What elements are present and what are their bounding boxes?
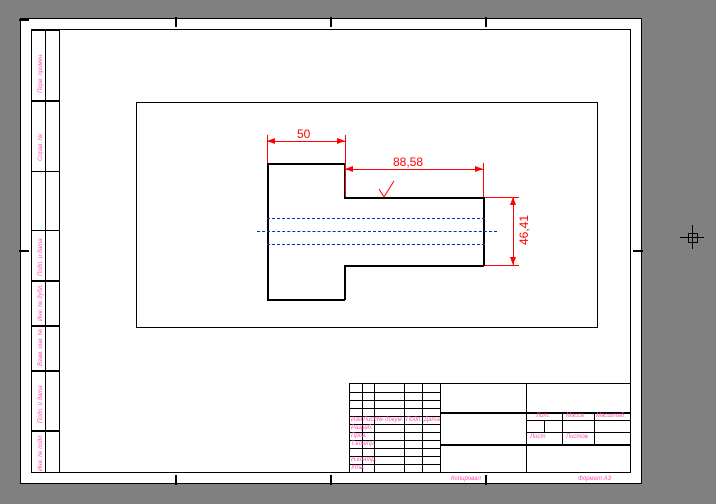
divider	[544, 420, 545, 432]
hidden-line	[267, 218, 485, 219]
center-line	[257, 231, 497, 232]
dim-arrow-icon	[510, 197, 516, 205]
dim-line	[513, 197, 514, 265]
frame-tick	[485, 475, 487, 485]
part-edge	[267, 299, 345, 301]
binding-cell: Перв. примен.	[32, 30, 60, 102]
binding-label: Справ. №	[38, 134, 44, 161]
dim-arrow-icon	[345, 166, 353, 172]
tb-label: Разраб.	[351, 425, 373, 431]
tb-label: Пров.	[351, 433, 367, 439]
divider	[440, 444, 630, 446]
drawing-sheet: Перв. примен. Справ. № Подп. и дата Инв.…	[20, 18, 642, 484]
title-block: Изм. Лист № докум. Подп. Дата Разраб. Пр…	[349, 383, 630, 472]
divider	[526, 420, 630, 421]
divider	[404, 384, 405, 472]
frame-tick	[19, 19, 29, 21]
frame-tick	[330, 475, 332, 485]
part-edge	[344, 265, 484, 267]
divider	[350, 400, 440, 401]
dimension-value: 50	[297, 127, 310, 141]
hidden-line	[267, 244, 485, 245]
divider	[422, 384, 423, 472]
tb-label: Масштаб	[596, 413, 624, 419]
tb-label: Н.контр.	[351, 457, 376, 463]
tb-label: Утв.	[351, 465, 365, 471]
divider	[594, 412, 595, 444]
tb-label: Лист	[530, 434, 545, 440]
divider	[350, 408, 440, 409]
binding-label: Инв. № дубл.	[38, 284, 44, 321]
dim-arrow-icon	[337, 138, 345, 144]
tb-label: Подп.	[406, 417, 422, 423]
dim-extension	[485, 265, 519, 266]
copied-by-label: Копировал	[451, 476, 481, 482]
frame-tick	[175, 475, 177, 485]
dim-line	[345, 169, 483, 170]
inner-frame: 50 88,58 46,41	[59, 29, 631, 473]
binding-label: Взам. инв. №	[38, 329, 44, 366]
dim-arrow-icon	[267, 138, 275, 144]
divider	[350, 392, 440, 393]
dim-line	[267, 141, 345, 142]
dim-extension	[483, 163, 484, 197]
binding-label: Подп. и дата	[38, 385, 44, 423]
cad-canvas[interactable]: Перв. примен. Справ. № Подп. и дата Инв.…	[0, 0, 716, 504]
frame-tick	[175, 17, 177, 27]
binding-label: Подп. и дата	[38, 238, 44, 276]
dimension-value: 88,58	[393, 155, 423, 169]
dim-arrow-icon	[475, 166, 483, 172]
tb-label: Лит.	[536, 413, 550, 419]
binding-label: Инв. № подл.	[38, 434, 44, 471]
tb-label: Дата	[424, 417, 440, 423]
tb-label: № докум.	[377, 417, 403, 423]
surface-finish-icon	[377, 181, 397, 204]
part-edge	[267, 163, 345, 165]
frame-tick	[485, 17, 487, 27]
divider	[440, 384, 441, 472]
binding-label: Перв. примен.	[38, 53, 44, 93]
dim-extension	[345, 135, 346, 163]
frame-tick	[633, 250, 643, 252]
dim-arrow-icon	[510, 257, 516, 265]
divider	[45, 30, 46, 472]
divider	[562, 412, 563, 444]
frame-tick	[330, 17, 332, 27]
binding-cell: Инв. № дубл.	[32, 280, 60, 327]
part-edge	[344, 197, 484, 199]
dimension-value: 46,41	[517, 215, 531, 245]
binding-cell: Инв. № подл.	[32, 430, 60, 475]
tb-label: Масса	[566, 413, 584, 419]
divider	[526, 412, 527, 472]
crosshair-cursor-icon	[680, 225, 704, 249]
tb-label: Т.контр.	[351, 441, 375, 447]
format-label: Формат A3	[578, 476, 611, 482]
tb-label: Изм.	[351, 417, 364, 423]
frame-tick	[19, 250, 29, 252]
tb-label: Листов	[566, 434, 588, 440]
part-edge	[344, 265, 346, 300]
binding-cell: Взам. инв. №	[32, 325, 60, 372]
binding-cell: Подп. и дата	[32, 230, 60, 282]
drawing-viewport: 50 88,58 46,41	[136, 102, 598, 328]
binding-cell: Справ. №	[32, 100, 60, 172]
binding-column: Перв. примен. Справ. № Подп. и дата Инв.…	[31, 29, 60, 473]
divider	[350, 448, 440, 449]
binding-cell: Подп. и дата	[32, 370, 60, 432]
divider	[526, 432, 630, 433]
